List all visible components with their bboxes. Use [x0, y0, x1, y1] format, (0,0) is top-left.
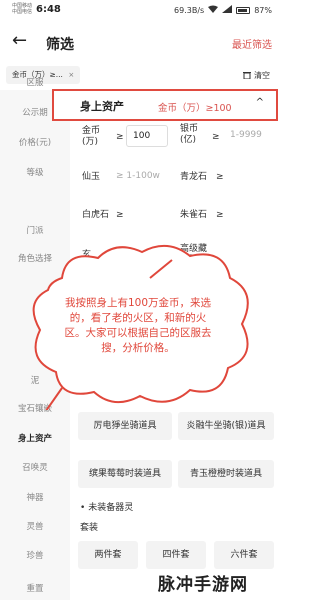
trash-icon — [243, 72, 252, 80]
status-left: 中国移动 中国电信 6:48 — [12, 3, 61, 15]
network-speed: 69.3B/s — [174, 5, 205, 15]
silver-label: 银币 (亿) — [180, 124, 199, 145]
option-fashion-item-1[interactable]: 缤果莓莓时装道具 — [78, 460, 172, 488]
option-ride-item-1[interactable]: 厉电猙坐骑道具 — [78, 412, 172, 440]
qinglong-operator: ≥ — [216, 172, 224, 182]
gold-input[interactable]: 100 — [126, 125, 168, 147]
carrier-2: 中国电信 — [12, 9, 33, 15]
group-summary: 金币（万）≥100 — [158, 103, 232, 114]
xianyu-input[interactable]: ≥ 1-100w — [110, 166, 170, 188]
signal-icon — [222, 5, 233, 15]
sidebar-item-artifact[interactable]: 神器 — [0, 491, 70, 503]
gold-label: 金币 (万) — [82, 126, 101, 147]
silver-operator: ≥ — [212, 132, 220, 142]
zhuque-label: 朱雀石 — [180, 210, 208, 220]
section-title-text: 未装备器灵 — [88, 503, 134, 513]
silver-input[interactable]: 1-9999 — [224, 125, 274, 147]
bullet-icon: • — [80, 503, 86, 513]
option-set-4[interactable]: 四件套 — [146, 541, 206, 569]
sidebar-item-level[interactable]: 等级 — [0, 166, 70, 178]
assets-group-header[interactable]: 身上资产 金币（万）≥100 ^ — [52, 89, 278, 121]
page-title: 筛选 — [46, 37, 74, 53]
group-title: 身上资产 — [80, 100, 124, 113]
status-right: 69.3B/s 87% — [174, 5, 272, 15]
sidebar-item-sect[interactable]: 门派 — [0, 224, 70, 236]
header: ← 筛选 最近筛选 — [0, 26, 280, 58]
annotation-text: 我按照身上有100万金币，来选的，看了老的火区，和新的火区。大家可以根据自己的区… — [64, 297, 212, 354]
watermark: 脉冲手游网 — [158, 575, 248, 595]
back-arrow-icon[interactable]: ← — [12, 30, 27, 51]
chevron-up-icon[interactable]: ^ — [256, 97, 264, 108]
carrier-info: 中国移动 中国电信 — [12, 3, 32, 15]
gold-operator: ≥ — [116, 132, 124, 142]
option-fashion-item-2[interactable]: 青玉橙橙时装道具 — [178, 460, 274, 488]
section-title: • 未装备器灵 — [80, 500, 133, 513]
option-set-6[interactable]: 六件套 — [214, 541, 274, 569]
battery-icon — [236, 6, 251, 14]
clear-label: 清空 — [254, 71, 270, 80]
sidebar-item-price[interactable]: 价格(元) — [0, 136, 70, 148]
sidebar-item-server[interactable]: 区服 — [0, 76, 70, 88]
baihu-label: 白虎石 — [82, 210, 110, 220]
recent-filter-link[interactable]: 最近筛选 — [232, 36, 272, 51]
clear-button[interactable]: 清空 — [243, 70, 270, 81]
sidebar-item-beast[interactable]: 灵兽 — [0, 520, 70, 532]
xianyu-label: 仙玉 — [82, 172, 101, 182]
zhuque-operator: ≥ — [216, 210, 224, 220]
battery-level: 87% — [254, 5, 272, 15]
qinglong-label: 青龙石 — [180, 172, 208, 182]
reset-button[interactable]: 重置 — [0, 582, 70, 594]
sidebar-item-assets[interactable]: 身上资产 — [0, 432, 70, 444]
wifi-icon — [208, 5, 219, 15]
option-ride-item-2[interactable]: 炎融牛坐骑(银)道具 — [178, 412, 274, 440]
clock: 6:48 — [36, 3, 61, 15]
baihu-operator: ≥ — [116, 210, 124, 220]
option-set-2[interactable]: 两件套 — [78, 541, 138, 569]
sidebar-item-summon[interactable]: 召唤灵 — [0, 461, 70, 473]
section-subtitle: 套装 — [80, 523, 99, 533]
sidebar-item-rare-beast[interactable]: 珍兽 — [0, 549, 70, 561]
status-bar: 中国移动 中国电信 6:48 69.3B/s 87% — [0, 0, 280, 22]
